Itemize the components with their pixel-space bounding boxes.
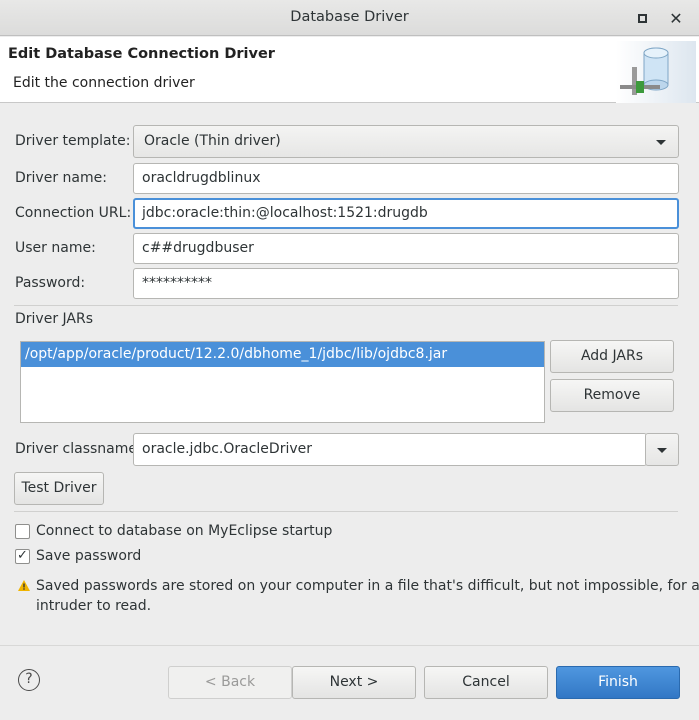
help-icon[interactable]: ? (18, 669, 40, 691)
driver-jars-label: Driver JARs (15, 311, 94, 327)
maximize-icon (637, 13, 647, 23)
finish-button[interactable]: Finish (556, 666, 680, 699)
window-titlebar: Database Driver ✕ (0, 0, 699, 36)
driver-name-input[interactable]: oracldrugdblinux (133, 163, 679, 194)
save-password-label[interactable]: Save password (36, 548, 141, 564)
separator (14, 511, 678, 512)
connect-on-startup-label[interactable]: Connect to database on MyEclipse startup (36, 523, 332, 539)
driver-classname-dropdown[interactable] (645, 433, 679, 466)
connect-on-startup-checkbox[interactable] (15, 524, 30, 539)
user-name-input[interactable]: c##drugdbuser (133, 233, 679, 264)
dialog-header-title: Edit Database Connection Driver (8, 46, 275, 62)
cancel-button[interactable]: Cancel (424, 666, 548, 699)
close-icon: ✕ (669, 8, 683, 28)
connection-url-input[interactable]: jdbc:oracle:thin:@localhost:1521:drugdb (133, 198, 679, 229)
dialog-header: Edit Database Connection Driver Edit the… (0, 37, 699, 103)
user-name-label: User name: (15, 240, 96, 256)
driver-name-label: Driver name: (15, 170, 107, 186)
close-button[interactable]: ✕ (666, 8, 686, 28)
password-input[interactable]: ********** (133, 268, 679, 299)
driver-classname-input[interactable]: oracle.jdbc.OracleDriver (133, 433, 647, 466)
connection-url-label: Connection URL: (15, 205, 132, 221)
password-label: Password: (15, 275, 86, 291)
remove-jar-button[interactable]: Remove (550, 379, 674, 412)
save-password-checkbox[interactable]: ✓ (15, 549, 30, 564)
test-driver-button[interactable]: Test Driver (14, 472, 104, 505)
driver-template-label: Driver template: (15, 133, 131, 149)
window-title: Database Driver (290, 9, 409, 25)
driver-classname-label: Driver classname: (15, 441, 142, 457)
separator (14, 305, 678, 306)
dialog-header-subtitle: Edit the connection driver (13, 75, 195, 91)
next-button[interactable]: Next > (292, 666, 416, 699)
list-item[interactable]: /opt/app/oracle/product/12.2.0/dbhome_1/… (21, 342, 544, 367)
maximize-button[interactable] (632, 8, 652, 28)
chevron-down-icon (656, 140, 666, 145)
driver-template-value: Oracle (Thin driver) (144, 133, 281, 149)
chevron-down-icon (657, 448, 667, 453)
database-icon (616, 41, 696, 103)
warning-text-line1: Saved passwords are stored on your compu… (36, 578, 699, 594)
warning-text-line2: intruder to read. (36, 598, 152, 614)
driver-jars-list[interactable]: /opt/app/oracle/product/12.2.0/dbhome_1/… (20, 341, 545, 423)
driver-template-select[interactable]: Oracle (Thin driver) (133, 125, 679, 158)
warning-icon (18, 580, 30, 591)
back-button[interactable]: < Back (168, 666, 292, 699)
add-jars-button[interactable]: Add JARs (550, 340, 674, 373)
